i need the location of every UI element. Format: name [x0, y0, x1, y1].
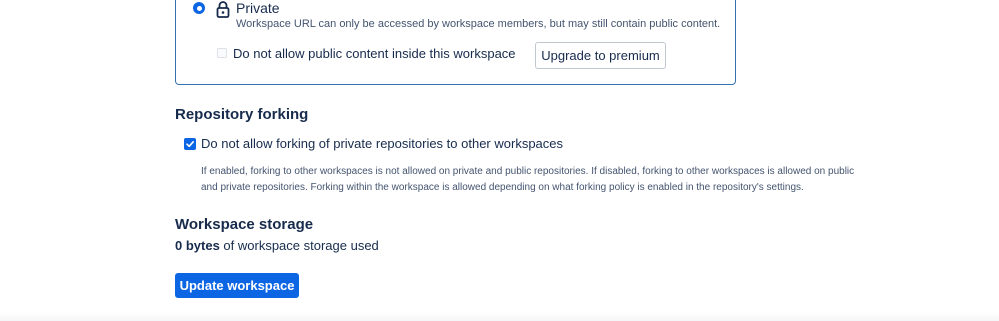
upgrade-to-premium-button[interactable]: Upgrade to premium [535, 42, 666, 69]
private-radio[interactable] [193, 2, 205, 14]
forking-checkbox-label: Do not allow forking of private reposito… [201, 136, 564, 151]
workspace-storage-heading: Workspace storage [175, 216, 314, 233]
private-option-description: Workspace URL can only be accessed by wo… [236, 18, 721, 30]
lock-icon [215, 0, 231, 18]
storage-usage-text: 0 bytes of workspace storage used [175, 238, 379, 253]
update-workspace-button[interactable]: Update workspace [175, 273, 299, 298]
page-bottom-edge [0, 313, 999, 321]
forking-help-text: If enabled, forking to other workspaces … [201, 166, 855, 193]
public-content-label: Do not allow public content inside this … [233, 46, 516, 61]
repository-forking-heading: Repository forking [175, 106, 309, 123]
checkmark-icon [186, 141, 194, 148]
storage-used-suffix: of workspace storage used [219, 238, 379, 253]
visibility-option-private[interactable]: Private Workspace URL can only be access… [175, 0, 736, 85]
public-content-checkbox[interactable] [217, 48, 227, 58]
workspace-settings-page: Private Workspace URL can only be access… [0, 0, 999, 321]
forking-checkbox[interactable] [184, 138, 196, 150]
storage-used-amount: 0 bytes [175, 238, 220, 253]
private-option-title: Private [236, 0, 280, 16]
